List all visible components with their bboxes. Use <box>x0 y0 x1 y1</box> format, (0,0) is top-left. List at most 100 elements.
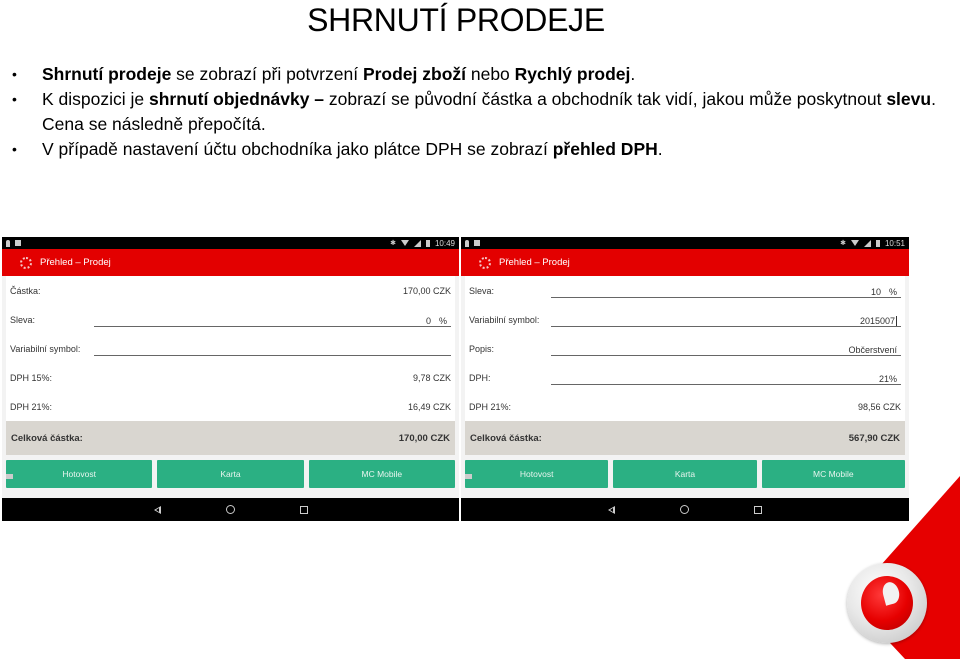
discount-input[interactable]: 0% <box>94 313 451 327</box>
amount-label: Částka: <box>10 285 41 296</box>
cash-button[interactable]: Hotovost <box>465 460 609 488</box>
app-title: Přehled – Prodej <box>40 257 111 268</box>
total-value: 170,00 CZK <box>398 432 450 444</box>
total-value: 567,90 CZK <box>848 432 900 444</box>
row-description: Popis: Občerstvení <box>465 334 905 363</box>
vat-21-label: DPH 21%: <box>469 401 512 412</box>
variable-symbol-label: Variabilní symbol: <box>469 314 540 325</box>
row-vat-21: DPH 21%: 16,49 CZK <box>6 392 455 421</box>
row-vat-15: DPH 15%: 9,78 CZK <box>6 363 455 392</box>
discount-input[interactable]: 10% <box>551 284 901 298</box>
variable-symbol-input[interactable] <box>94 342 451 356</box>
vodafone-logo-icon <box>847 563 927 643</box>
bullet-bold-text: slevu <box>886 89 932 109</box>
vodafone-logo-quote <box>880 580 902 606</box>
row-variable-symbol: Variabilní symbol: <box>6 334 455 363</box>
status-time: 10:51 <box>884 238 905 248</box>
mc-mobile-button[interactable]: MC Mobile <box>308 460 455 488</box>
battery-icon <box>875 239 880 247</box>
bullet-item: • Shrnutí prodeje se zobrazí při potvrzen… <box>10 62 940 87</box>
cash-button[interactable]: Hotovost <box>6 460 153 488</box>
bullet-item: • K dispozici je shrnutí objednávky – zob… <box>10 87 940 137</box>
bullet-bold-text: Prodej zboží <box>362 64 466 84</box>
bullet-run-text: se zobrazí při potvrzení <box>171 64 363 84</box>
vodafone-logo-inner <box>861 576 913 630</box>
bullet-bold-text: přehled DPH <box>552 139 658 159</box>
description-input[interactable]: Občerstvení <box>551 342 901 356</box>
variable-symbol-value: 2015007 <box>859 316 895 326</box>
total-label: Celková částka: <box>11 432 83 444</box>
app-logo-icon <box>20 256 32 269</box>
vat-21-label: DPH 21%: <box>10 401 53 412</box>
card-button[interactable]: Karta <box>613 460 757 488</box>
amount-value: 170,00 CZK <box>402 285 451 296</box>
bluetooth-icon: ✱ <box>840 240 846 247</box>
total-row: Celková částka: 170,00 CZK <box>6 421 455 455</box>
app-bar: Přehled – Prodej <box>461 249 909 276</box>
bullet-text: V případě nastavení účtu obchodníka jako… <box>42 137 940 162</box>
bullet-run-text: nebo <box>466 64 515 84</box>
discount-value: 0 <box>425 316 431 326</box>
discount-value: 10 <box>870 287 881 297</box>
row-amount: Částka: 170,00 CZK <box>6 276 455 305</box>
variable-symbol-input[interactable]: 2015007 <box>551 313 901 327</box>
bullet-text: K dispozici je shrnutí objednávky – zobr… <box>42 87 940 137</box>
description-label: Popis: <box>469 343 495 354</box>
vat-rate-select[interactable]: 21% <box>551 371 901 385</box>
bullet-run-text: . <box>630 64 636 84</box>
screenshot-icon <box>6 474 13 479</box>
summary-content: Sleva: 10% Variabilní symbol: 2015007 Po… <box>465 276 905 421</box>
card-button[interactable]: Karta <box>157 460 304 488</box>
pin-icon <box>6 239 10 247</box>
battery-icon <box>425 239 430 247</box>
home-icon[interactable] <box>225 505 235 514</box>
app-bar: Přehled – Prodej <box>2 249 459 276</box>
bullet-icon: • <box>12 141 17 157</box>
row-discount: Sleva: 10% <box>465 276 905 305</box>
signal-icon <box>863 239 871 247</box>
android-nav-bar <box>461 498 909 521</box>
recent-apps-icon[interactable] <box>299 505 308 514</box>
phone-screen-left: ✱ 10:49 Přehled – Prodej Částka: 170,00 … <box>2 237 459 521</box>
home-icon[interactable] <box>680 505 689 514</box>
bullet-run-text: . <box>657 139 663 159</box>
app-logo-icon <box>479 256 491 269</box>
bullet-run-text: V případě nastavení účtu obchodníka jako… <box>42 139 553 159</box>
phone-screen-right: ✱ 10:51 Přehled – Prodej Sleva: 10% Vari… <box>461 237 909 521</box>
vat-21-value: 98,56 CZK <box>857 401 901 412</box>
screenshot-icon <box>465 474 472 479</box>
status-bar: ✱ 10:51 <box>461 237 909 479</box>
text-cursor <box>896 316 897 326</box>
gallery-icon <box>15 240 21 246</box>
signal-icon <box>413 239 421 247</box>
back-icon[interactable] <box>153 505 161 514</box>
discount-unit: % <box>888 287 897 297</box>
payment-buttons: Hotovost Karta MC Mobile <box>461 455 909 492</box>
row-vat: DPH: 21% <box>465 363 905 392</box>
status-bar: ✱ 10:49 <box>2 237 459 479</box>
summary-content: Částka: 170,00 CZK Sleva: 0% Variabilní … <box>6 276 455 421</box>
discount-label: Sleva: <box>469 285 495 296</box>
recent-apps-icon[interactable] <box>754 505 762 514</box>
bullet-icon: • <box>12 66 17 82</box>
back-icon[interactable] <box>608 505 615 514</box>
mc-mobile-button[interactable]: MC Mobile <box>761 460 905 488</box>
bullet-list: • Shrnutí prodeje se zobrazí při potvrzen… <box>10 62 940 162</box>
vat-15-label: DPH 15%: <box>10 372 53 383</box>
bullet-run-text: zobrazí se původní částka a obchodník ta… <box>324 89 887 109</box>
bullet-icon: • <box>12 91 17 107</box>
payment-buttons: Hotovost Karta MC Mobile <box>2 455 459 492</box>
pin-icon <box>465 239 469 247</box>
total-row: Celková částka: 567,90 CZK <box>465 421 905 455</box>
bullet-item: • V případě nastavení účtu obchodníka jak… <box>10 137 940 162</box>
bullet-run-text: K dispozici je <box>42 89 149 109</box>
android-nav-bar <box>2 498 459 521</box>
bluetooth-icon: ✱ <box>390 240 396 247</box>
status-time: 10:49 <box>434 238 455 248</box>
bullet-bold-text: shrnutí objednávky – <box>149 89 325 109</box>
wifi-icon <box>400 240 409 246</box>
bullet-bold-text: Rychlý prodej <box>514 64 631 84</box>
discount-label: Sleva: <box>10 314 36 325</box>
vat-15-value: 9,78 CZK <box>412 372 451 383</box>
row-variable-symbol: Variabilní symbol: 2015007 <box>465 305 905 334</box>
